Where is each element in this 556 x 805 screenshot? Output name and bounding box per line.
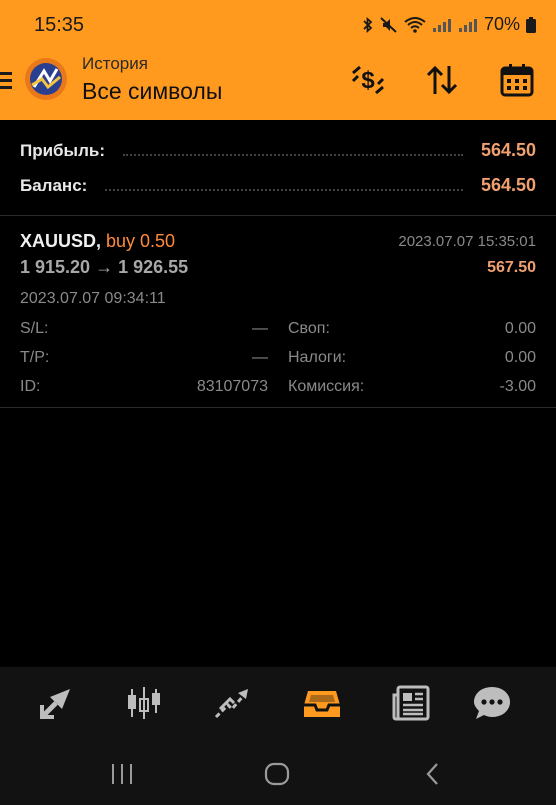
deal-side-volume: buy 0.50 [106, 231, 176, 251]
dotted-leader [122, 153, 463, 156]
detail-row: S/L: — Своп: 0.00 [20, 320, 536, 349]
recent-apps-icon[interactable] [107, 759, 137, 789]
balance-row: Баланс: 564.50 [20, 175, 536, 196]
bluetooth-icon [362, 16, 374, 33]
swap-label: Своп: [288, 320, 330, 337]
mute-icon [380, 16, 398, 33]
svg-text:$: $ [361, 67, 375, 94]
commission-label: Комиссия: [288, 378, 365, 395]
profit-row: Прибыль: 564.50 [20, 140, 536, 161]
app-header: 15:35 70% История Все символы $ [0, 0, 556, 120]
profit-value: 564.50 [480, 140, 536, 160]
deal-prices: 1 915.20 → 1 926.55 [20, 257, 189, 277]
deal-open-time: 2023.07.07 09:34:11 [20, 290, 166, 307]
status-icons: 70% [362, 14, 536, 35]
detail-row: T/P: — Налоги: 0.00 [20, 349, 536, 378]
news-icon[interactable] [390, 681, 434, 725]
battery-icon [526, 16, 536, 33]
sl-value: — [252, 320, 268, 337]
signal-icon-2 [458, 17, 478, 33]
sort-icon[interactable] [422, 60, 462, 100]
chart-candles-icon[interactable] [122, 681, 166, 725]
profit-label: Прибыль: [20, 140, 105, 160]
status-time: 15:35 [34, 14, 85, 36]
deal-close-time: 2023.07.07 15:35:01 [398, 233, 536, 250]
taxes-value: 0.00 [504, 349, 536, 366]
system-navigation-bar [0, 737, 556, 805]
back-icon[interactable] [418, 759, 448, 789]
swap-value: 0.00 [504, 320, 536, 337]
balance-label: Баланс: [20, 175, 88, 195]
balance-value: 564.50 [480, 175, 536, 195]
messages-icon[interactable] [470, 681, 514, 725]
commission-value: -3.00 [499, 378, 536, 395]
app-logo [24, 57, 68, 101]
quotes-icon[interactable] [34, 681, 78, 725]
header-titles: История Все символы [82, 54, 222, 105]
calendar-icon[interactable] [497, 60, 537, 100]
tp-label: T/P: [20, 349, 50, 366]
signal-icon [432, 17, 452, 33]
deal-symbol: XAUUSD, [20, 231, 102, 251]
header-subtitle: История [82, 54, 148, 73]
battery-percent: 70% [483, 14, 520, 34]
tp-value: — [252, 349, 268, 366]
sl-label: S/L: [20, 320, 49, 337]
wifi-icon [404, 16, 426, 33]
deal-list-item[interactable]: XAUUSD, buy 0.50 2023.07.07 15:35:01 1 9… [0, 217, 556, 408]
header-title[interactable]: Все символы [82, 78, 222, 105]
currency-exchange-icon[interactable]: $ [348, 60, 388, 100]
status-bar: 15:35 70% [0, 0, 556, 46]
menu-icon[interactable] [0, 70, 14, 95]
account-summary: Прибыль: 564.50 Баланс: 564.50 [0, 120, 556, 216]
id-label: ID: [20, 378, 41, 395]
dotted-leader [105, 188, 463, 191]
trade-icon[interactable] [210, 681, 254, 725]
id-value: 83107073 [196, 378, 268, 395]
bottom-tab-bar [0, 667, 556, 737]
history-icon[interactable] [300, 681, 344, 725]
taxes-label: Налоги: [288, 349, 347, 366]
home-icon[interactable] [262, 759, 292, 789]
detail-row: ID: 83107073 Комиссия: -3.00 [20, 378, 536, 407]
deal-details: S/L: — Своп: 0.00 T/P: — Налоги: 0.00 ID… [20, 320, 536, 407]
deal-profit: 567.50 [487, 259, 536, 276]
